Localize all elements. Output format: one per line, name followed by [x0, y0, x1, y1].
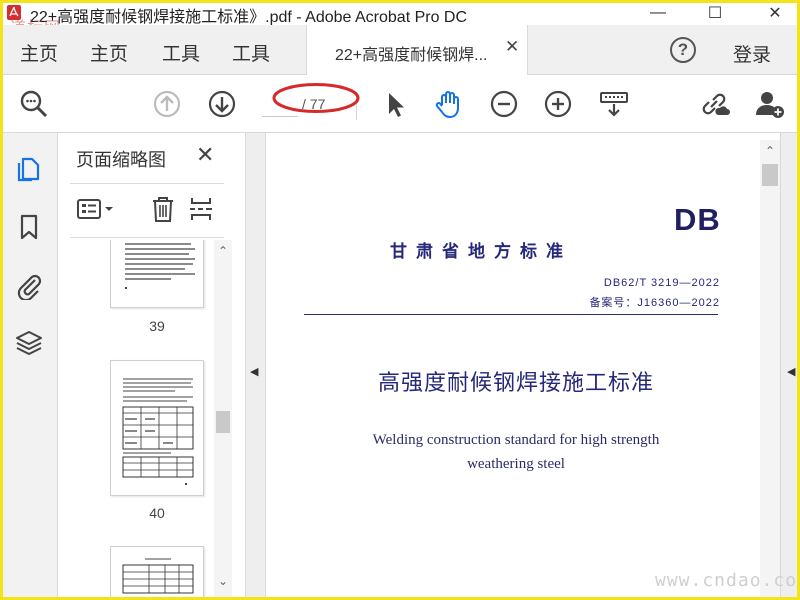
layers-icon[interactable] — [14, 328, 44, 358]
header-rule — [304, 314, 718, 315]
document-title-cn: 高强度耐候钢焊接施工标准 — [377, 371, 654, 396]
title-bar: 22+高强度耐候钢焊接施工标准》.pdf - Adobe Acrobat Pro… — [0, 0, 800, 26]
tab-home[interactable]: 主页 — [20, 39, 58, 66]
thumbnail-39-content — [125, 243, 195, 289]
delete-page-icon[interactable] — [148, 194, 178, 224]
thumbnail-page-number-40: 40 — [149, 505, 165, 521]
tab-tools[interactable]: 工具 — [162, 39, 200, 66]
attachment-icon[interactable] — [14, 270, 44, 300]
page-counter-highlight-ellipse — [272, 83, 360, 113]
collapse-left-icon[interactable]: ◀ — [250, 365, 258, 378]
tab-document[interactable]: 22+高强度耐候钢焊... ✕ — [306, 25, 528, 75]
document-tab-close-icon[interactable]: ✕ — [505, 37, 519, 57]
window-title: 22+高强度耐候钢焊接施工标准》.pdf - Adobe Acrobat Pro… — [30, 9, 468, 26]
thumbnail-page-39[interactable] — [110, 240, 204, 308]
navigation-rail — [0, 133, 58, 600]
hand-icon[interactable] — [432, 88, 464, 120]
watermark-bottom: www.cndao.com — [655, 570, 800, 591]
thumbnail-41-content — [122, 558, 194, 594]
doc-scroll-up-icon[interactable]: ⌃ — [763, 144, 777, 158]
document-title-en: Welding construction standard for high s… — [266, 428, 760, 476]
minimize-button[interactable]: — — [635, 0, 681, 25]
panel-toolbar — [70, 183, 224, 238]
select-arrow-icon[interactable] — [380, 88, 412, 120]
thumbnail-options-icon[interactable] — [76, 194, 118, 224]
keyboard-icon[interactable] — [598, 88, 630, 120]
expand-right-icon[interactable]: ◀ — [787, 365, 795, 378]
close-window-button[interactable]: ✕ — [752, 0, 798, 25]
thumbnail-page-41[interactable] — [110, 546, 204, 600]
thumbnail-list: 39 40 ⌃ ⌄ — [58, 240, 245, 600]
extract-page-icon[interactable] — [186, 194, 216, 224]
tab-tools-2[interactable]: 工具 — [232, 39, 270, 66]
maximize-button[interactable]: ☐ — [692, 0, 738, 25]
search-icon[interactable] — [18, 88, 50, 120]
share-link-icon[interactable] — [698, 88, 730, 120]
panel-collapse-strip[interactable]: ◀ — [245, 133, 265, 600]
document-scroll-thumb[interactable] — [762, 164, 778, 186]
document-scrollbar[interactable]: ⌃ — [760, 140, 780, 600]
local-standard-heading: 甘肃省地方标准 — [390, 242, 572, 261]
tab-home-2[interactable]: 主页 — [90, 39, 128, 66]
page-up-icon[interactable] — [151, 88, 183, 120]
bookmark-icon[interactable] — [14, 212, 44, 242]
panel-close-icon[interactable]: ✕ — [196, 142, 214, 168]
document-title-en-line1: Welding construction standard for high s… — [372, 432, 660, 448]
db-logo: DB — [674, 202, 721, 237]
thumbnail-page-40[interactable] — [110, 360, 204, 496]
scroll-down-icon[interactable]: ⌄ — [216, 574, 230, 588]
right-panel-toggle[interactable]: ◀ — [780, 133, 800, 600]
pages-icon[interactable] — [14, 154, 44, 184]
page-down-icon[interactable] — [206, 88, 238, 120]
thumbnails-panel: 页面缩略图 ✕ 39 40 ⌃ ⌄ — [58, 133, 245, 600]
add-user-icon[interactable] — [754, 88, 786, 120]
scroll-up-icon[interactable]: ⌃ — [216, 244, 230, 258]
standard-number: DB62/T 3219—2022 — [603, 277, 720, 289]
toolbar: / 77 — [0, 75, 800, 133]
thumbnail-scroll-thumb[interactable] — [216, 411, 230, 433]
zoom-out-icon[interactable] — [488, 88, 520, 120]
zoom-in-icon[interactable] — [542, 88, 574, 120]
login-button[interactable]: 登录 — [733, 40, 771, 67]
thumbnail-40-content — [122, 378, 194, 485]
thumbnail-scrollbar[interactable]: ⌃ ⌄ — [214, 240, 232, 600]
filing-number: 备案号：J16360—2022 — [589, 297, 720, 309]
thumbnail-page-number-39: 39 — [149, 318, 165, 334]
panel-title: 页面缩略图 — [76, 150, 166, 170]
document-tab-label: 22+高强度耐候钢焊... — [335, 47, 488, 64]
document-page: DB 甘肃省地方标准 DB62/T 3219—2022 备案号：J16360—2… — [265, 133, 760, 600]
help-button[interactable]: ? — [670, 37, 696, 63]
document-title-en-line2: weathering steel — [467, 456, 565, 472]
tab-bar: 主页 主页 工具 工具 22+高强度耐候钢焊... ✕ ? 登录 — [0, 25, 800, 75]
